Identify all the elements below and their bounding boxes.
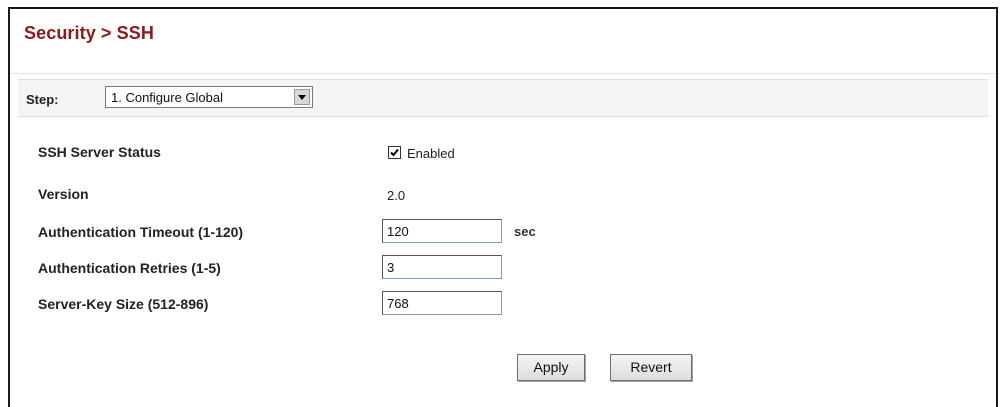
ssh-enabled-label: Enabled (407, 146, 455, 161)
ssh-config-panel: Security > SSH Step: 1. Configure Global… (8, 7, 998, 407)
auth-timeout-label: Authentication Timeout (1-120) (38, 224, 244, 240)
auth-timeout-unit: sec (514, 224, 536, 239)
chevron-down-icon[interactable] (294, 89, 310, 105)
server-key-size-label: Server-Key Size (512-896) (38, 296, 209, 312)
server-key-size-input[interactable] (382, 291, 502, 315)
version-label: Version (38, 186, 89, 202)
ssh-enabled-checkbox[interactable] (388, 146, 401, 159)
step-bar: Step: 1. Configure Global (18, 79, 988, 117)
step-select[interactable]: 1. Configure Global (105, 86, 313, 108)
version-value: 2.0 (387, 188, 406, 203)
checkmark-icon (390, 148, 399, 157)
auth-timeout-input[interactable] (382, 219, 502, 243)
page-title: Security > SSH (24, 23, 154, 43)
step-label: Step: (26, 92, 59, 107)
apply-button[interactable]: Apply (517, 354, 585, 381)
revert-button[interactable]: Revert (610, 354, 692, 381)
ssh-server-status-label: SSH Server Status (38, 144, 161, 160)
title-bar: Security > SSH (10, 9, 996, 74)
auth-retries-input[interactable] (382, 255, 502, 279)
auth-retries-label: Authentication Retries (1-5) (38, 260, 221, 276)
step-select-value: 1. Configure Global (111, 90, 224, 105)
